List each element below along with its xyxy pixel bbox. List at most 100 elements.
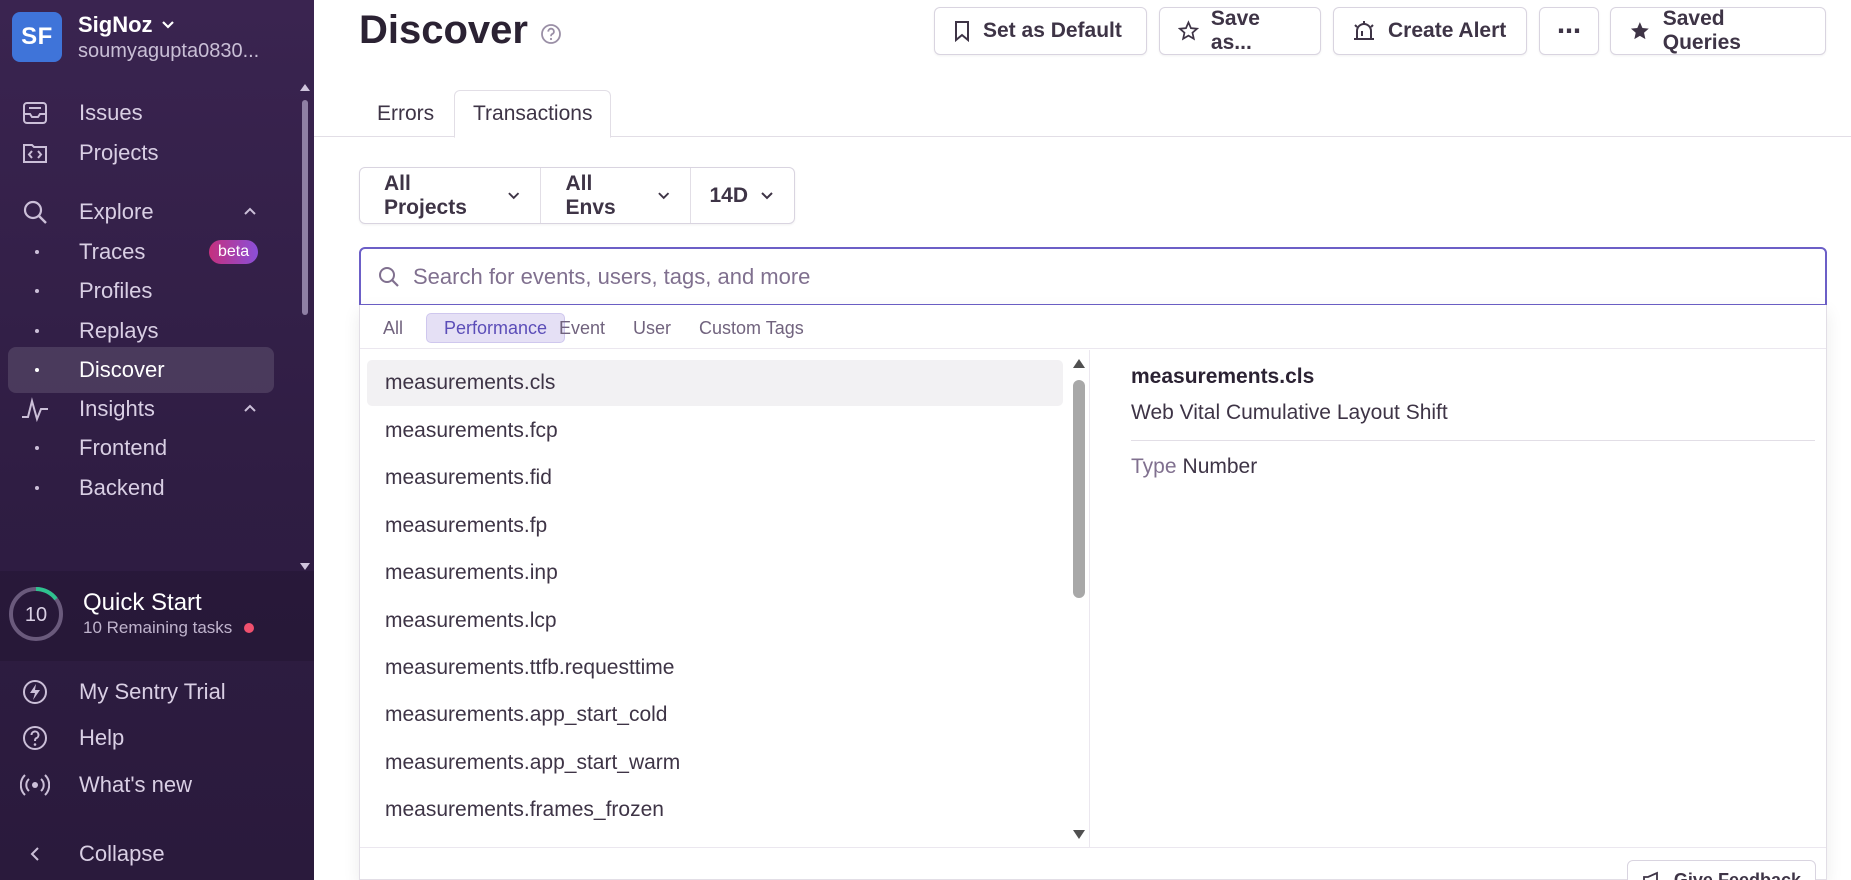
- scroll-down-icon[interactable]: [300, 563, 310, 570]
- sidebar-item-label: Issues: [79, 100, 143, 125]
- list-item[interactable]: measurements.fcp: [367, 408, 1063, 454]
- save-as-label: Save as...: [1210, 7, 1260, 54]
- chevron-down-icon: [658, 191, 670, 199]
- list-item[interactable]: measurements.fid: [367, 455, 1063, 501]
- sidebar-item-label: What's new: [79, 772, 193, 797]
- tab-transactions[interactable]: Transactions: [454, 90, 612, 138]
- project-filter[interactable]: All Projects: [360, 168, 542, 223]
- bullet-icon: [35, 329, 39, 333]
- main-content: Discover Set as Default Save as... Creat…: [314, 0, 1851, 880]
- siren-icon: [1354, 21, 1374, 40]
- scroll-down-icon[interactable]: [1073, 830, 1085, 839]
- category-user[interactable]: User: [616, 313, 688, 343]
- list-item[interactable]: measurements.cls: [367, 360, 1063, 406]
- scrollbar-thumb[interactable]: [302, 100, 308, 315]
- set-default-button[interactable]: Set as Default: [934, 7, 1147, 55]
- sidebar-item-label: Profiles: [79, 278, 153, 303]
- dropdown-footer: Give Feedback: [360, 847, 1826, 880]
- give-feedback-button[interactable]: Give Feedback: [1626, 860, 1816, 880]
- field-type-value: Number: [1182, 455, 1258, 478]
- chevron-left-icon: [20, 839, 50, 869]
- chevron-down-icon: [161, 20, 174, 29]
- list-item[interactable]: measurements.app_start_warm: [367, 740, 1063, 786]
- org-name: SigNoz: [78, 11, 153, 37]
- question-circle-icon: [20, 723, 50, 753]
- ellipsis-icon: ⋯: [1557, 17, 1581, 45]
- list-item[interactable]: measurements.lcp: [367, 598, 1063, 644]
- scrollbar-thumb[interactable]: [1073, 380, 1085, 598]
- page-filters: All Projects All Envs 14D: [359, 167, 795, 224]
- search-bar[interactable]: [359, 247, 1827, 306]
- field-description: Web Vital Cumulative Layout Shift: [1131, 401, 1448, 424]
- chart-line-icon: [20, 394, 50, 424]
- sidebar-item-label: Discover: [79, 357, 165, 382]
- search-input[interactable]: [413, 263, 1793, 290]
- category-event[interactable]: Event: [542, 313, 622, 343]
- inbox-icon: [20, 98, 50, 128]
- sidebar-item-label: Traces: [79, 239, 146, 264]
- set-default-label: Set as Default: [983, 19, 1122, 42]
- org-user: soumyagupta0830...: [78, 39, 260, 62]
- sidebar-item-label: Collapse: [79, 841, 165, 866]
- category-custom-tags[interactable]: Custom Tags: [682, 313, 821, 343]
- create-alert-label: Create Alert: [1388, 19, 1507, 42]
- sidebar-item-projects[interactable]: Projects: [8, 130, 274, 176]
- date-range-label: 14D: [709, 183, 748, 207]
- search-icon: [20, 197, 50, 227]
- tab-errors[interactable]: Errors: [377, 90, 434, 137]
- list-item[interactable]: measurements.frames_frozen: [367, 787, 1063, 833]
- bullet-icon: [35, 368, 39, 372]
- search-suggestions-dropdown: All Performance Event User Custom Tags m…: [359, 305, 1827, 880]
- help-icon[interactable]: [540, 23, 562, 45]
- chevron-up-icon: [244, 207, 256, 215]
- chevron-down-icon: [761, 191, 773, 199]
- megaphone-icon: [1643, 871, 1658, 880]
- sidebar-item-label: Projects: [79, 140, 159, 165]
- quick-start-count: 10: [25, 604, 47, 626]
- sidebar-item-label: Replays: [79, 318, 159, 343]
- sidebar-item-trial[interactable]: My Sentry Trial: [8, 669, 288, 715]
- list-item[interactable]: measurements.inp: [367, 550, 1063, 596]
- star-filled-icon: [1630, 22, 1649, 40]
- beta-badge: beta: [209, 240, 259, 264]
- bullet-icon: [35, 250, 39, 254]
- scroll-up-icon[interactable]: [1073, 359, 1085, 368]
- progress-ring: 10: [9, 587, 63, 641]
- sidebar-item-collapse[interactable]: Collapse: [8, 831, 288, 877]
- lightning-icon: [20, 677, 50, 707]
- bookmark-icon: [955, 21, 969, 42]
- saved-queries-label: Saved Queries: [1662, 7, 1741, 54]
- field-type-label: Type: [1131, 455, 1177, 478]
- more-options-button[interactable]: ⋯: [1539, 7, 1599, 55]
- notification-dot: [244, 623, 255, 633]
- create-alert-button[interactable]: Create Alert: [1333, 7, 1527, 55]
- category-all[interactable]: All: [366, 313, 420, 343]
- org-switcher[interactable]: SF SigNoz soumyagupta0830...: [12, 10, 288, 64]
- quick-start-subtitle: 10 Remaining tasks: [83, 618, 233, 637]
- list-item[interactable]: measurements.app_start_cold: [367, 692, 1063, 738]
- bullet-icon: [35, 446, 39, 450]
- sidebar-item-help[interactable]: Help: [8, 715, 288, 761]
- field-name: measurements.cls: [1131, 365, 1315, 388]
- sidebar-item-label: Frontend: [79, 435, 168, 460]
- list-item[interactable]: measurements.fp: [367, 503, 1063, 549]
- list-scrollbar[interactable]: [1072, 359, 1086, 839]
- sidebar-item-label: Backend: [79, 475, 165, 500]
- scroll-up-icon[interactable]: [300, 84, 310, 91]
- sidebar-item-label: Help: [79, 725, 125, 750]
- saved-queries-button[interactable]: Saved Queries: [1610, 7, 1826, 55]
- sidebar-scrollbar[interactable]: [300, 84, 310, 570]
- sidebar-item-backend[interactable]: Backend: [8, 465, 274, 511]
- sidebar-item-whats-new[interactable]: What's new: [8, 762, 288, 808]
- sidebar-item-label: Insights: [79, 396, 155, 421]
- environment-filter[interactable]: All Envs: [541, 168, 692, 223]
- chevron-down-icon: [508, 191, 520, 199]
- date-range-filter[interactable]: 14D: [691, 168, 794, 223]
- quick-start-panel[interactable]: 10 Quick Start 10 Remaining tasks: [0, 571, 314, 661]
- list-item[interactable]: measurements.ttfb.requesttime: [367, 645, 1063, 691]
- sidebar: SF SigNoz soumyagupta0830... Issues Proj…: [0, 0, 314, 880]
- quick-start-title: Quick Start: [83, 589, 202, 616]
- environment-filter-label: All Envs: [565, 171, 616, 219]
- save-as-button[interactable]: Save as...: [1159, 7, 1321, 55]
- code-folder-icon: [20, 138, 50, 168]
